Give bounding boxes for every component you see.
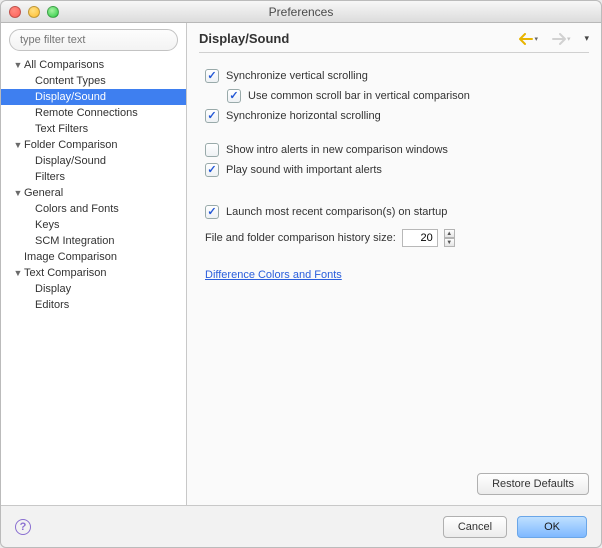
tree-item[interactable]: Filters xyxy=(1,169,186,185)
tree-item-label: Remote Connections xyxy=(35,107,138,119)
tree-item[interactable]: Display/Sound xyxy=(1,153,186,169)
sync-vertical-checkbox[interactable]: Synchronize vertical scrolling xyxy=(205,69,583,83)
tree-item[interactable]: Remote Connections xyxy=(1,105,186,121)
tree-item[interactable]: ▼All Comparisons xyxy=(1,57,186,73)
play-sound-checkbox[interactable]: Play sound with important alerts xyxy=(205,163,583,177)
tree-item-label: Content Types xyxy=(35,75,106,87)
tree-item-label: Image Comparison xyxy=(24,251,117,263)
tree-item[interactable]: ▼Text Comparison xyxy=(1,265,186,281)
common-scrollbar-checkbox[interactable]: Use common scroll bar in vertical compar… xyxy=(227,89,583,103)
tree-item[interactable]: Colors and Fonts xyxy=(1,201,186,217)
window-title: Preferences xyxy=(1,5,601,19)
tree-item-label: All Comparisons xyxy=(24,59,104,71)
checkbox-icon xyxy=(205,109,219,123)
checkbox-label: Synchronize horizontal scrolling xyxy=(226,110,381,122)
tree-item-label: Keys xyxy=(35,219,59,231)
minimize-icon[interactable] xyxy=(28,6,40,18)
checkbox-label: Show intro alerts in new comparison wind… xyxy=(226,144,448,156)
arrow-left-icon xyxy=(519,33,533,45)
disclosure-triangle-icon[interactable]: ▼ xyxy=(13,268,23,278)
tree-item-label: Display/Sound xyxy=(35,155,106,167)
launch-recent-checkbox[interactable]: Launch most recent comparison(s) on star… xyxy=(205,205,583,219)
ok-button[interactable]: OK xyxy=(517,516,587,538)
checkbox-icon xyxy=(227,89,241,103)
difference-colors-link[interactable]: Difference Colors and Fonts xyxy=(205,269,342,281)
stepper-up-icon[interactable]: ▲ xyxy=(444,229,455,238)
tree-item-label: General xyxy=(24,187,63,199)
tree-item-label: Editors xyxy=(35,299,69,311)
help-icon[interactable]: ? xyxy=(15,519,31,535)
checkbox-icon xyxy=(205,205,219,219)
traffic-lights xyxy=(9,6,59,18)
tree-item[interactable]: ▼Folder Comparison xyxy=(1,137,186,153)
tree-item[interactable]: Display xyxy=(1,281,186,297)
cancel-button[interactable]: Cancel xyxy=(443,516,507,538)
stepper-down-icon[interactable]: ▼ xyxy=(444,238,455,247)
sync-horizontal-checkbox[interactable]: Synchronize horizontal scrolling xyxy=(205,109,583,123)
tree-item-label: Filters xyxy=(35,171,65,183)
disclosure-triangle-icon[interactable]: ▼ xyxy=(13,60,23,70)
history-size-input[interactable] xyxy=(402,229,438,247)
tree-item-label: Text Filters xyxy=(35,123,88,135)
tree-item[interactable]: Display/Sound xyxy=(1,89,186,105)
caret-down-icon: ▾ xyxy=(567,35,571,43)
close-icon[interactable] xyxy=(9,6,21,18)
zoom-icon[interactable] xyxy=(47,6,59,18)
sidebar: ▼All ComparisonsContent TypesDisplay/Sou… xyxy=(1,23,187,505)
preference-tree[interactable]: ▼All ComparisonsContent TypesDisplay/Sou… xyxy=(1,57,186,505)
back-button[interactable]: ▾ xyxy=(519,33,538,45)
tree-item[interactable]: Editors xyxy=(1,297,186,313)
tree-item[interactable]: Image Comparison xyxy=(1,249,186,265)
menu-caret-icon[interactable]: ▾ xyxy=(584,33,589,44)
disclosure-triangle-icon[interactable]: ▼ xyxy=(13,188,23,198)
tree-item-label: SCM Integration xyxy=(35,235,114,247)
history-nav: ▾ ▾ ▾ xyxy=(519,33,589,45)
checkbox-label: Play sound with important alerts xyxy=(226,164,382,176)
checkbox-label: Use common scroll bar in vertical compar… xyxy=(248,90,470,102)
caret-down-icon: ▾ xyxy=(534,35,538,43)
tree-item[interactable]: ▼General xyxy=(1,185,186,201)
filter-input[interactable] xyxy=(9,29,178,51)
tree-item-label: Display/Sound xyxy=(35,91,106,103)
tree-item-label: Colors and Fonts xyxy=(35,203,119,215)
preference-page: Display/Sound ▾ ▾ ▾ Synchronize vertical… xyxy=(187,23,601,505)
checkbox-icon xyxy=(205,143,219,157)
history-size-label: File and folder comparison history size: xyxy=(205,232,396,244)
tree-item-label: Folder Comparison xyxy=(24,139,118,151)
checkbox-label: Synchronize vertical scrolling xyxy=(226,70,368,82)
arrow-right-icon xyxy=(552,33,566,45)
tree-item[interactable]: Keys xyxy=(1,217,186,233)
tree-item-label: Text Comparison xyxy=(24,267,107,279)
intro-alerts-checkbox[interactable]: Show intro alerts in new comparison wind… xyxy=(205,143,583,157)
forward-button[interactable]: ▾ xyxy=(552,33,571,45)
dialog-footer: ? Cancel OK xyxy=(1,505,601,547)
titlebar: Preferences xyxy=(1,1,601,23)
tree-item-label: Display xyxy=(35,283,71,295)
restore-defaults-button[interactable]: Restore Defaults xyxy=(477,473,589,495)
page-title: Display/Sound xyxy=(199,31,289,46)
history-size-stepper[interactable]: ▲ ▼ xyxy=(444,229,455,247)
disclosure-triangle-icon[interactable]: ▼ xyxy=(13,140,23,150)
checkbox-label: Launch most recent comparison(s) on star… xyxy=(226,206,447,218)
checkbox-icon xyxy=(205,69,219,83)
tree-item[interactable]: Content Types xyxy=(1,73,186,89)
checkbox-icon xyxy=(205,163,219,177)
tree-item[interactable]: SCM Integration xyxy=(1,233,186,249)
tree-item[interactable]: Text Filters xyxy=(1,121,186,137)
